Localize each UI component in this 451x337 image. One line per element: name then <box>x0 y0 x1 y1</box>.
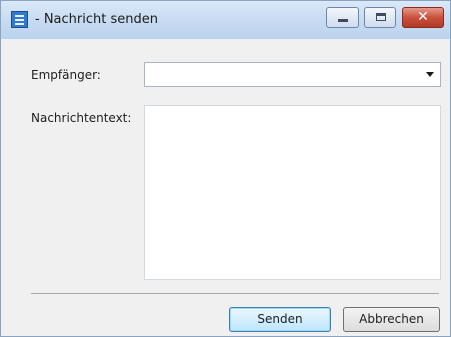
close-button[interactable]: ✕ <box>402 7 444 28</box>
divider <box>31 293 439 294</box>
window-title: - Nachricht senden <box>35 12 158 27</box>
list-document-icon[interactable] <box>11 11 28 28</box>
recipient-label: Empfänger: <box>31 68 101 82</box>
dialog-window: - Nachricht senden ✕ Empfänger: Nachrich… <box>0 0 451 337</box>
minimize-icon <box>338 19 348 22</box>
cancel-button[interactable]: Abbrechen <box>343 307 440 332</box>
message-textarea[interactable] <box>144 105 441 280</box>
maximize-icon <box>376 13 386 21</box>
send-button[interactable]: Senden <box>229 307 331 332</box>
title-bar[interactable]: - Nachricht senden ✕ <box>1 1 450 39</box>
recipient-dropdown[interactable] <box>144 62 441 87</box>
close-icon: ✕ <box>417 9 429 25</box>
message-label: Nachrichtentext: <box>31 111 132 125</box>
chevron-down-icon[interactable] <box>426 72 434 77</box>
maximize-button[interactable] <box>364 7 396 28</box>
minimize-button[interactable] <box>326 7 359 28</box>
